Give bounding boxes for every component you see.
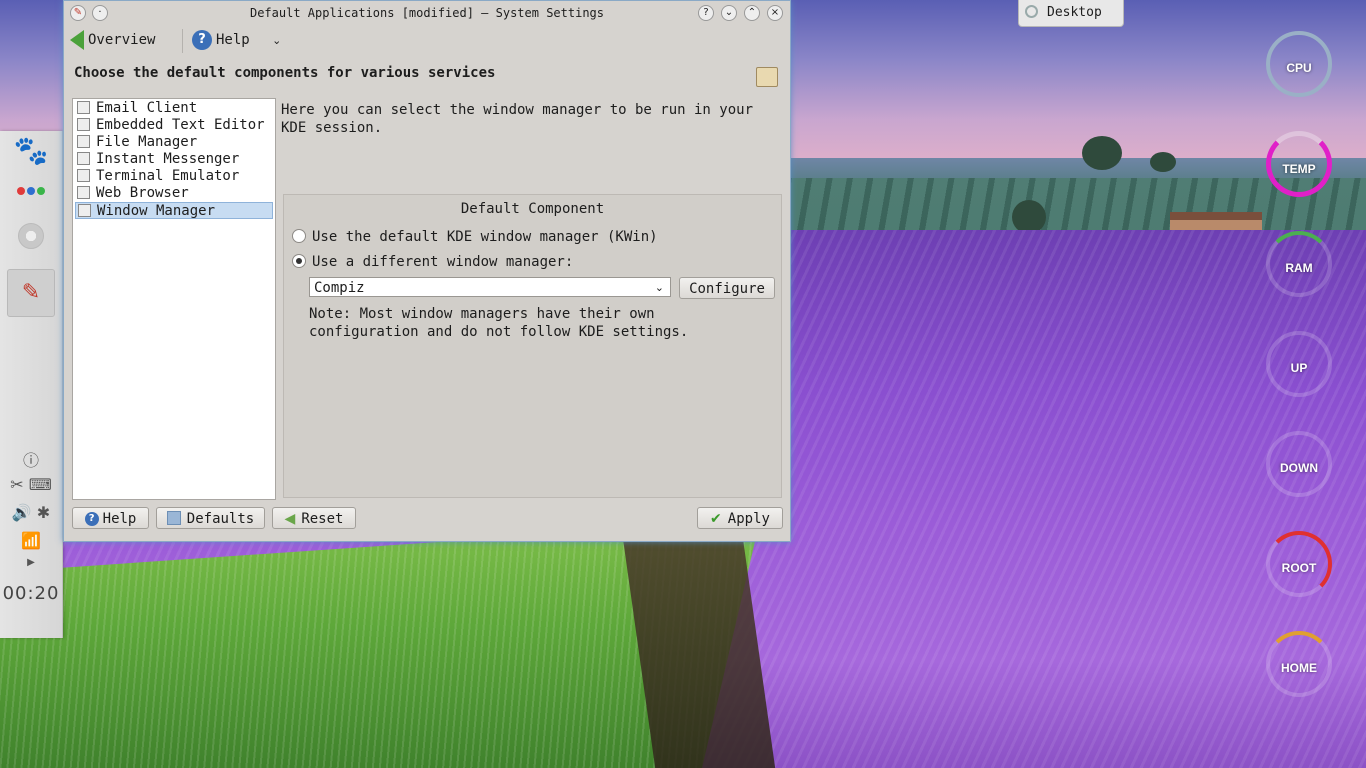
minimize-icon[interactable]: ⌄ xyxy=(721,5,737,21)
app-dots-icon[interactable] xyxy=(0,183,62,199)
list-item-label: Web Browser xyxy=(96,185,189,201)
defaults-label: Defaults xyxy=(186,511,255,527)
list-item-label: File Manager xyxy=(96,134,198,150)
chrome-icon[interactable] xyxy=(0,223,62,253)
file-manager-icon xyxy=(77,135,90,148)
reset-label: Reset xyxy=(301,511,344,527)
module-icon xyxy=(756,67,778,87)
terminal-icon xyxy=(77,169,90,182)
volume-bluetooth-icon[interactable]: 🔊 ✱ xyxy=(0,503,62,522)
defaults-icon xyxy=(166,511,181,525)
desktop-label: Desktop xyxy=(1047,5,1102,20)
radio-default-kwin[interactable]: Use the default KDE window manager (KWin… xyxy=(292,228,658,246)
text-editor-icon xyxy=(77,118,90,131)
list-item-label: Terminal Emulator xyxy=(96,168,240,184)
monitor-label: UP xyxy=(1290,361,1308,375)
back-arrow-icon xyxy=(70,30,84,50)
select-value: Compiz xyxy=(314,280,365,296)
component-list: Email Client Embedded Text Editor File Man… xyxy=(72,98,276,500)
email-icon xyxy=(77,101,90,114)
monitor-label: DOWN xyxy=(1280,461,1318,475)
monitor-label: CPU xyxy=(1286,61,1312,75)
monitor-home[interactable]: HOME xyxy=(1266,631,1332,697)
monitor-up[interactable]: UP xyxy=(1266,331,1332,397)
window-icon xyxy=(78,204,91,217)
page-heading: Choose the default components for variou… xyxy=(74,65,496,81)
reset-button[interactable]: ◀ Reset xyxy=(272,507,356,529)
help-button-label: Help xyxy=(102,511,137,527)
desktop-icon xyxy=(1025,5,1038,18)
paw-icon[interactable]: 🐾 xyxy=(0,133,62,169)
window-manager-select[interactable]: Compiz ⌄ xyxy=(309,277,671,297)
help-label: Help xyxy=(216,32,250,48)
list-item-label: Window Manager xyxy=(97,203,216,219)
scissors-keyboard-icon[interactable]: ✂ ⌨ xyxy=(0,475,62,494)
description-text: Here you can select the window manager t… xyxy=(281,102,754,136)
toolbar-separator xyxy=(182,29,183,53)
window-title: Default Applications [modified] – System… xyxy=(249,6,604,20)
list-item-label: Instant Messenger xyxy=(96,151,240,167)
list-item-label: Embedded Text Editor xyxy=(96,117,265,133)
monitor-label: HOME xyxy=(1281,661,1317,675)
list-item-file-manager[interactable]: File Manager xyxy=(75,134,273,151)
expand-arrow-icon[interactable]: ▶ xyxy=(0,557,62,568)
monitor-label: TEMP xyxy=(1282,162,1316,176)
help-icon: ? xyxy=(84,512,99,526)
globe-icon xyxy=(77,186,90,199)
help-button[interactable]: ? Help xyxy=(72,507,149,529)
toolbar: Overview ? Help ⌄ xyxy=(64,25,790,55)
monitor-root[interactable]: ROOT xyxy=(1266,531,1332,597)
list-item-instant-messenger[interactable]: Instant Messenger xyxy=(75,151,273,168)
monitor-cpu[interactable]: CPU xyxy=(1266,31,1332,97)
reset-arrow-icon: ◀ xyxy=(284,511,296,527)
overview-button[interactable]: Overview xyxy=(70,28,155,52)
apply-button[interactable]: ✔ Apply xyxy=(697,507,783,529)
monitor-ram[interactable]: RAM xyxy=(1266,231,1332,297)
wifi-icon[interactable]: 📶 xyxy=(0,531,62,550)
apply-label: Apply xyxy=(727,511,770,527)
radio-default-label: Use the default KDE window manager (KWin… xyxy=(312,229,658,245)
list-item-terminal-emulator[interactable]: Terminal Emulator xyxy=(75,168,273,185)
help-icon: ? xyxy=(192,30,212,50)
title-bar[interactable]: ✎ · Default Applications [modified] – Sy… xyxy=(64,1,790,25)
help-title-icon[interactable]: ? xyxy=(698,5,714,21)
monitor-label: ROOT xyxy=(1281,561,1317,575)
radio-different-label: Use a different window manager: xyxy=(312,254,574,270)
system-settings-launcher[interactable]: ✎ xyxy=(0,269,62,317)
group-title: Default Component xyxy=(460,201,605,217)
maximize-icon[interactable]: ⌃ xyxy=(744,5,760,21)
system-settings-window: ✎ · Default Applications [modified] – Sy… xyxy=(63,0,791,542)
radio-default-indicator[interactable] xyxy=(292,229,306,243)
chevron-down-icon: ⌄ xyxy=(654,281,664,294)
messenger-icon xyxy=(77,152,90,165)
desktop-widget[interactable]: Desktop xyxy=(1018,0,1124,27)
close-icon[interactable]: × xyxy=(767,5,783,21)
clock[interactable]: 00:20 xyxy=(0,583,62,604)
monitor-temp[interactable]: TEMP xyxy=(1266,131,1332,197)
info-icon[interactable]: ⓘ xyxy=(0,447,62,471)
radio-different-wm[interactable]: Use a different window manager: xyxy=(292,253,573,271)
monitor-label: RAM xyxy=(1285,261,1313,275)
default-component-group: Default Component Use the default KDE wi… xyxy=(283,194,782,498)
radio-different-indicator[interactable] xyxy=(292,254,306,268)
list-item-web-browser[interactable]: Web Browser xyxy=(75,185,273,202)
chevron-down-icon: ⌄ xyxy=(272,34,282,47)
monitor-down[interactable]: DOWN xyxy=(1266,431,1332,497)
note-text: Note: Most window managers have their ow… xyxy=(309,306,689,340)
list-item-email-client[interactable]: Email Client xyxy=(75,100,273,117)
list-item-label: Email Client xyxy=(96,100,198,116)
defaults-button[interactable]: Defaults xyxy=(156,507,265,529)
help-menu-button[interactable]: ? Help ⌄ xyxy=(192,28,281,52)
configure-button[interactable]: Configure xyxy=(679,277,775,299)
overview-label: Overview xyxy=(88,32,156,48)
list-item-window-manager[interactable]: Window Manager xyxy=(75,202,273,219)
list-item-embedded-text-editor[interactable]: Embedded Text Editor xyxy=(75,117,273,134)
left-panel: 🐾 ✎ ⓘ ✂ ⌨ 🔊 ✱ 📶 ▶ 00:20 xyxy=(0,131,63,638)
checkmark-icon: ✔ xyxy=(710,511,722,527)
